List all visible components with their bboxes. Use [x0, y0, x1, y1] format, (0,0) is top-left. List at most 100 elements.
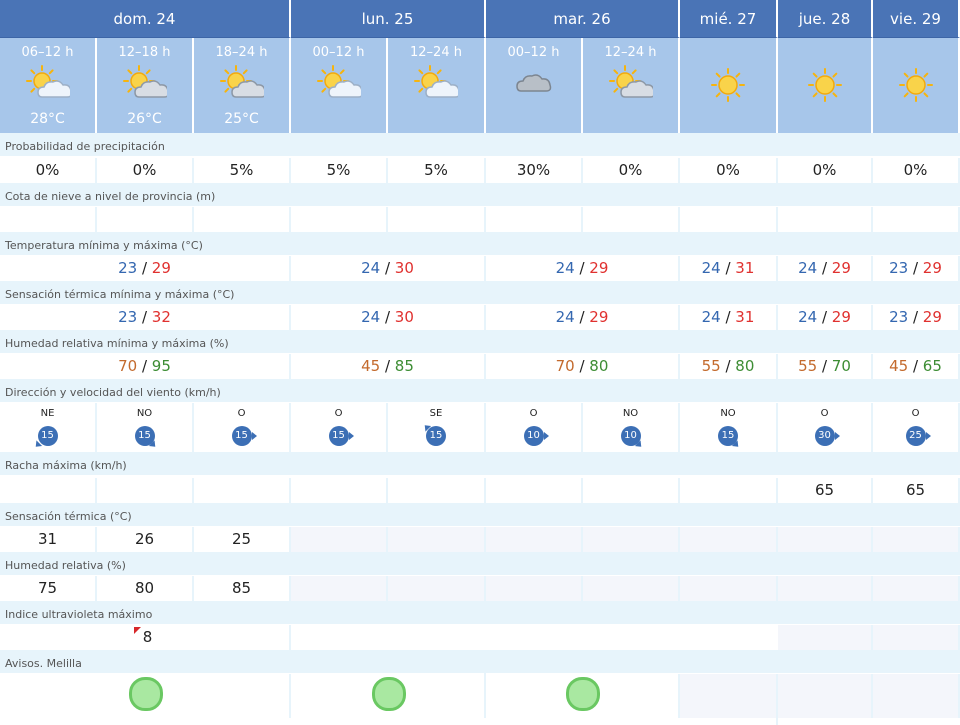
- min-value: 70: [118, 357, 138, 375]
- alert-cell[interactable]: [0, 674, 291, 718]
- day-header-5[interactable]: vie. 29: [873, 0, 960, 38]
- humidity-single-cell: 80: [97, 576, 194, 601]
- min-value: 24: [555, 259, 575, 277]
- period-time: [873, 45, 958, 61]
- wind-cell: O 25: [873, 403, 960, 452]
- snow-cell: [0, 207, 97, 232]
- gust-cell: [680, 478, 778, 503]
- wind-direction: SE: [429, 408, 443, 419]
- max-value: 30: [394, 308, 414, 326]
- precip-cell: 5%: [291, 158, 388, 183]
- min-value: 23: [118, 308, 138, 326]
- wind-direction: NO: [720, 408, 736, 419]
- day-header-0[interactable]: dom. 24: [0, 0, 291, 38]
- max-value: 32: [151, 308, 171, 326]
- gust-cell: [97, 478, 194, 503]
- humidity-single-cell: [388, 576, 486, 601]
- snow-cell: [583, 207, 680, 232]
- uv-cell: 8: [0, 625, 291, 650]
- temp-minmax-cell: 24 / 31: [680, 256, 778, 281]
- separator: /: [380, 357, 395, 375]
- wind-cell: NO 15: [680, 403, 778, 452]
- alert-cell[interactable]: [291, 674, 486, 718]
- min-value: 24: [701, 259, 721, 277]
- snow-cell: [388, 207, 486, 232]
- cloud-icon: [515, 74, 551, 92]
- feels-single-cell: [873, 527, 960, 552]
- day-header-3[interactable]: mié. 27: [680, 0, 778, 38]
- gust-cell: [388, 478, 486, 503]
- max-value: 80: [589, 357, 609, 375]
- label-snow-level: Cota de nieve a nivel de provincia (m): [0, 183, 960, 206]
- min-value: 24: [701, 308, 721, 326]
- humidity-single-cell: [291, 576, 388, 601]
- day-header-4[interactable]: jue. 28: [778, 0, 873, 38]
- wind-cell: SE 15: [388, 403, 486, 452]
- alert-cell[interactable]: [486, 674, 680, 718]
- feels-single-cell: [388, 527, 486, 552]
- snow-cell: [194, 207, 291, 232]
- day-header-1[interactable]: lun. 25: [291, 0, 486, 38]
- wind-speed-badge: 15: [328, 426, 349, 446]
- humidity-single-cell: [486, 576, 583, 601]
- wind-arrow-icon: [543, 432, 549, 440]
- alert-green-icon[interactable]: [128, 677, 163, 711]
- humidity-minmax-cell: 55 / 70: [778, 354, 873, 379]
- humidity-single-cell: [680, 576, 778, 601]
- snow-cell: [486, 207, 583, 232]
- period-cell: 00–12 h: [486, 38, 583, 133]
- separator: /: [908, 357, 923, 375]
- min-value: 70: [555, 357, 575, 375]
- max-value: 65: [922, 357, 942, 375]
- max-value: 95: [151, 357, 171, 375]
- uv-cell-empty: [873, 625, 960, 650]
- sun-cloud-icon: [25, 65, 70, 98]
- wind-cell: O 15: [291, 403, 388, 452]
- separator: /: [380, 308, 395, 326]
- separator: /: [137, 308, 152, 326]
- uv-flag-icon: [133, 627, 141, 634]
- wind-direction: O: [911, 408, 920, 419]
- snow-cell: [778, 207, 873, 232]
- min-value: 24: [798, 308, 818, 326]
- max-value: 29: [589, 259, 609, 277]
- gust-cell: 65: [873, 478, 960, 503]
- sun-icon: [898, 68, 933, 102]
- wind-speed-badge: 15: [231, 426, 252, 446]
- separator: /: [574, 308, 590, 326]
- period-cell: [680, 38, 778, 133]
- day-header-2[interactable]: mar. 26: [486, 0, 680, 38]
- feels-single-cell: 31: [0, 527, 97, 552]
- separator: /: [137, 357, 152, 375]
- gust-cell: [0, 478, 97, 503]
- label-humidity-single: Humedad relativa (%): [0, 552, 960, 575]
- max-value: 70: [831, 357, 851, 375]
- wind-arrow-icon: [925, 432, 931, 440]
- separator: /: [574, 357, 590, 375]
- wind-direction: O: [237, 408, 246, 419]
- feels-single-cell: [486, 527, 583, 552]
- max-value: 29: [589, 308, 609, 326]
- wind-arrow-icon: [834, 432, 840, 440]
- alert-green-icon[interactable]: [371, 677, 406, 711]
- alert-cell[interactable]: [680, 674, 778, 718]
- min-value: 24: [361, 308, 381, 326]
- precip-cell: 5%: [388, 158, 486, 183]
- humidity-minmax-cell: 45 / 85: [291, 354, 486, 379]
- wind-direction: NE: [40, 408, 55, 419]
- period-temp: 26°C: [127, 111, 162, 127]
- alert-cell[interactable]: [873, 674, 960, 718]
- max-value: 30: [394, 259, 414, 277]
- separator: /: [137, 259, 152, 277]
- alert-cell[interactable]: [778, 674, 873, 718]
- period-cell: 12–24 h: [388, 38, 486, 133]
- feels-single-cell: 25: [194, 527, 291, 552]
- alert-green-icon[interactable]: [566, 677, 600, 711]
- sun-cloud-gray-icon: [608, 65, 653, 98]
- period-cell: 18–24 h 25°C: [194, 38, 291, 133]
- gust-cell: [291, 478, 388, 503]
- gust-cell: [194, 478, 291, 503]
- period-cell: [778, 38, 873, 133]
- snow-cell: [291, 207, 388, 232]
- uv-value: 8: [142, 628, 153, 646]
